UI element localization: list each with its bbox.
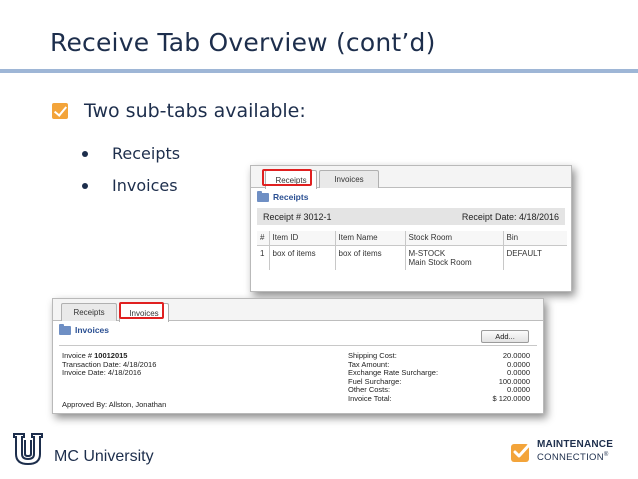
- brand-line-1: MAINTENANCE: [537, 439, 614, 450]
- receipt-items-table: # Item ID Item Name Stock Room Bin 1 box…: [257, 231, 567, 270]
- folder-icon: [257, 190, 269, 202]
- receipt-number: Receipt # 3012-1: [263, 211, 332, 222]
- bullet-dot-icon: [82, 182, 88, 189]
- receipts-screenshot: Receipts Invoices Receipts Receipt # 301…: [250, 165, 572, 292]
- invoices-section-label[interactable]: Invoices: [75, 325, 109, 335]
- cost-value: $ 120.0000: [492, 393, 530, 403]
- bullet-dot-icon: [82, 150, 88, 157]
- brand-line-2-text: CONNECTION: [537, 452, 604, 464]
- sub-bullet-text: Invoices: [112, 176, 178, 195]
- invoice-total-row: Invoice Total: $ 120.0000: [348, 393, 530, 404]
- main-bullet: Two sub-tabs available:: [52, 100, 306, 122]
- item-name-cell: box of items: [335, 245, 406, 270]
- registered-mark: ®: [603, 452, 609, 458]
- approved-by: Approved By: Allston, Jonathan: [62, 400, 167, 409]
- checkbox-icon: [52, 103, 68, 119]
- maintenance-connection-logo: MAINTENANCE CONNECTION®: [510, 440, 613, 463]
- sub-bullet-receipts: Receipts: [82, 144, 180, 163]
- table-row[interactable]: 1 box of items box of items M-STOCK Main…: [257, 245, 567, 270]
- cost-label: Invoice Total:: [348, 393, 392, 403]
- invoices-tab-highlight: [119, 302, 164, 319]
- stock-room-cell: M-STOCK Main Stock Room: [405, 245, 504, 270]
- folder-icon: [59, 323, 71, 335]
- main-bullet-text: Two sub-tabs available:: [84, 100, 306, 122]
- tab-invoices[interactable]: Invoices: [319, 170, 379, 188]
- column-header[interactable]: Bin: [503, 231, 567, 246]
- stock-room-code: M-STOCK: [408, 248, 446, 258]
- invoice-divider: [59, 345, 537, 346]
- title-divider: [0, 69, 638, 73]
- receipt-date: Receipt Date: 4/18/2016: [461, 211, 559, 222]
- invoice-date: Invoice Date: 4/18/2016: [62, 368, 142, 377]
- invoices-tabbar: Receipts Invoices: [53, 299, 543, 322]
- footer-university: MC University: [54, 448, 154, 465]
- sub-bullet-invoices: Invoices: [82, 176, 178, 195]
- receipt-header-bar: Receipt # 3012-1 Receipt Date: 4/18/2016: [257, 208, 565, 225]
- maintenance-connection-icon: [511, 442, 532, 462]
- invoice-costs: Shipping Cost: 20.0000 Tax Amount: 0.0000 …: [348, 351, 530, 404]
- column-header[interactable]: #: [257, 231, 270, 246]
- stock-room-name: Main Stock Room: [408, 257, 472, 267]
- row-number: 1: [257, 245, 270, 270]
- receipts-section-header: Receipts: [251, 188, 571, 206]
- slide-title: Receive Tab Overview (cont’d): [50, 28, 436, 57]
- item-id-cell: box of items: [269, 245, 336, 270]
- receipts-tab-highlight: [262, 169, 312, 186]
- column-header[interactable]: Stock Room: [405, 231, 504, 246]
- university-logo: [13, 433, 43, 466]
- column-header[interactable]: Item ID: [269, 231, 336, 246]
- table-header-row: # Item ID Item Name Stock Room Bin: [257, 231, 567, 246]
- bin-cell: DEFAULT: [506, 248, 542, 258]
- invoice-number: 10012015: [94, 351, 128, 360]
- invoices-screenshot: Receipts Invoices Invoices Add... Invoic…: [52, 298, 544, 414]
- receipts-section-label[interactable]: Receipts: [273, 192, 308, 202]
- invoice-number-label: Invoice #: [62, 351, 95, 360]
- column-header[interactable]: Item Name: [335, 231, 406, 246]
- receipts-tabbar: Receipts Invoices: [251, 166, 571, 189]
- brand-wordmark: MAINTENANCE CONNECTION®: [537, 440, 613, 463]
- brand-line-2: CONNECTION®: [537, 450, 613, 463]
- invoices-section-header: Invoices: [53, 321, 543, 339]
- tab-receipts[interactable]: Receipts: [61, 303, 117, 321]
- add-invoice-button[interactable]: Add...: [481, 330, 529, 343]
- invoice-details: Invoice # 10012015 Transaction Date: 4/1…: [62, 351, 156, 378]
- sub-bullet-text: Receipts: [112, 144, 181, 163]
